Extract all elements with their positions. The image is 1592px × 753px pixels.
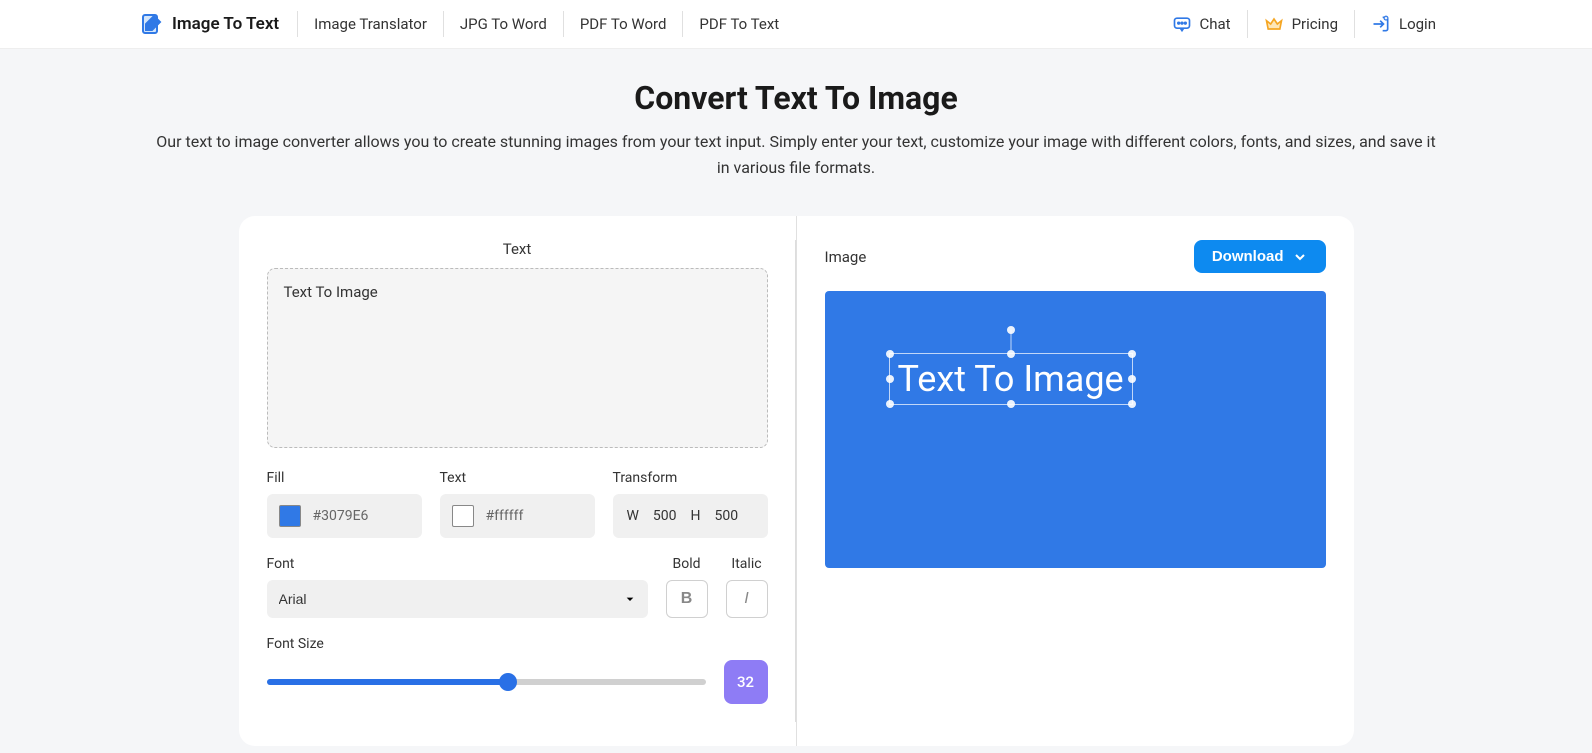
- editor-card: Text Fill #3079E6 Text #ffffff Transform: [239, 216, 1354, 746]
- fill-color-picker[interactable]: #3079E6: [267, 494, 422, 538]
- fontsize-label: Font Size: [267, 636, 768, 652]
- logo-text: Image To Text: [172, 14, 279, 34]
- text-color-group: Text #ffffff: [440, 470, 595, 538]
- nav-links: Image Translator JPG To Word PDF To Word…: [297, 11, 795, 37]
- header-left: Image To Text Image Translator JPG To Wo…: [140, 11, 795, 37]
- font-label: Font: [267, 556, 648, 572]
- bold-group: Bold B: [666, 556, 708, 618]
- download-label: Download: [1212, 248, 1284, 265]
- chat-button[interactable]: Chat: [1156, 10, 1247, 38]
- login-button[interactable]: Login: [1354, 10, 1452, 38]
- bold-button[interactable]: B: [666, 580, 708, 618]
- fontsize-row: 32: [267, 660, 768, 704]
- font-style-row: Font Arial Bold B Italic I: [267, 556, 768, 618]
- pricing-label: Pricing: [1292, 15, 1338, 33]
- width-value: 500: [653, 508, 677, 524]
- canvas-text-box[interactable]: Text To Image: [889, 353, 1133, 405]
- handle-br[interactable]: [1128, 400, 1136, 408]
- handle-bl[interactable]: [886, 400, 894, 408]
- nav-pdf-to-word[interactable]: PDF To Word: [563, 11, 683, 37]
- header: Image To Text Image Translator JPG To Wo…: [0, 0, 1592, 49]
- canvas-text: Text To Image: [898, 358, 1124, 400]
- color-transform-row: Fill #3079E6 Text #ffffff Transform W 50…: [267, 470, 768, 538]
- font-group: Font Arial: [267, 556, 648, 618]
- height-value: 500: [715, 508, 739, 524]
- fontsize-slider[interactable]: [267, 679, 706, 685]
- text-swatch: [452, 505, 474, 527]
- text-panel: Text Fill #3079E6 Text #ffffff Transform: [239, 216, 797, 746]
- nav-image-translator[interactable]: Image Translator: [297, 11, 443, 37]
- login-label: Login: [1399, 15, 1436, 33]
- fill-hex: #3079E6: [313, 508, 369, 524]
- nav-pdf-to-text[interactable]: PDF To Text: [682, 11, 795, 37]
- handle-tr[interactable]: [1128, 350, 1136, 358]
- transform-inputs[interactable]: W 500 H 500: [613, 494, 768, 538]
- pricing-button[interactable]: Pricing: [1247, 10, 1354, 38]
- nav-jpg-to-word[interactable]: JPG To Word: [443, 11, 563, 37]
- text-color-picker[interactable]: #ffffff: [440, 494, 595, 538]
- text-hex: #ffffff: [486, 508, 524, 524]
- handle-tl[interactable]: [886, 350, 894, 358]
- transform-group: Transform W 500 H 500: [613, 470, 768, 538]
- bold-label: Bold: [666, 556, 708, 572]
- image-panel: Image Download Text To Image: [797, 216, 1354, 746]
- logo[interactable]: Image To Text: [140, 12, 297, 36]
- text-color-label: Text: [440, 470, 595, 486]
- height-label: H: [691, 508, 701, 524]
- chat-label: Chat: [1200, 15, 1231, 33]
- fill-label: Fill: [267, 470, 422, 486]
- canvas[interactable]: Text To Image: [825, 291, 1326, 568]
- handle-mr[interactable]: [1128, 375, 1136, 383]
- handle-bm[interactable]: [1007, 400, 1015, 408]
- italic-group: Italic I: [726, 556, 768, 618]
- image-panel-header: Image Download: [825, 240, 1326, 273]
- font-select[interactable]: Arial: [267, 580, 648, 618]
- fontsize-value: 32: [724, 660, 768, 704]
- italic-button[interactable]: I: [726, 580, 768, 618]
- page-title: Convert Text To Image: [140, 79, 1452, 117]
- handle-ml[interactable]: [886, 375, 894, 383]
- fontsize-group: Font Size 32: [267, 636, 768, 704]
- transform-label: Transform: [613, 470, 768, 486]
- download-button[interactable]: Download: [1194, 240, 1326, 273]
- text-section-label: Text: [267, 240, 768, 258]
- hero: Convert Text To Image Our text to image …: [0, 49, 1592, 200]
- slider-fill: [267, 679, 508, 685]
- header-right: Chat Pricing Login: [1156, 10, 1453, 38]
- slider-thumb[interactable]: [499, 673, 517, 691]
- handle-tm[interactable]: [1007, 350, 1015, 358]
- page-description: Our text to image converter allows you t…: [156, 129, 1436, 180]
- image-section-label: Image: [825, 248, 867, 266]
- rotate-handle[interactable]: [1007, 326, 1015, 334]
- chevron-down-icon: [1292, 249, 1308, 265]
- width-label: W: [627, 508, 639, 524]
- italic-label: Italic: [726, 556, 768, 572]
- crown-icon: [1264, 14, 1284, 34]
- chat-icon: [1172, 14, 1192, 34]
- logo-icon: [140, 12, 164, 36]
- text-input[interactable]: [267, 268, 768, 448]
- fill-swatch: [279, 505, 301, 527]
- fill-group: Fill #3079E6: [267, 470, 422, 538]
- login-icon: [1371, 14, 1391, 34]
